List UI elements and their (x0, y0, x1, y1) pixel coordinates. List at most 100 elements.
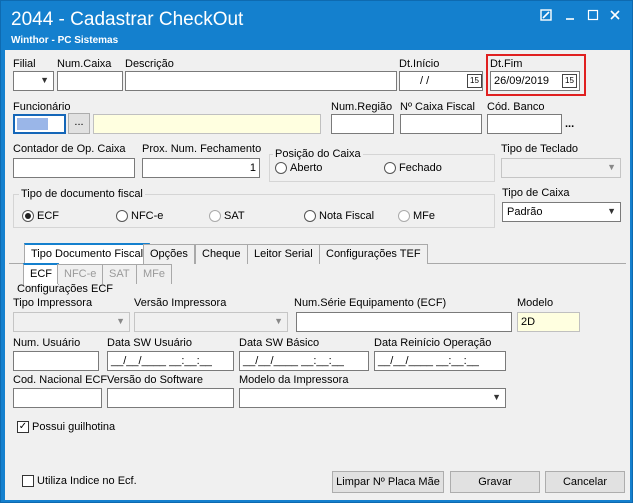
tipo-doc-sat-radio[interactable]: SAT (209, 210, 245, 222)
versao-software-input[interactable] (107, 388, 234, 408)
descricao-label: Descrição (125, 58, 174, 70)
num-usuario-input[interactable] (13, 351, 99, 371)
data-sw-basico-input[interactable]: __/__/____ __:__:__ (239, 351, 369, 371)
tab-tipo-documento-fiscal[interactable]: Tipo Documento Fiscal (24, 243, 151, 265)
dt-inicio-value: / / (420, 75, 430, 87)
data-reinicio-input[interactable]: __/__/____ __:__:__ (374, 351, 506, 371)
posicao-fechado-radio[interactable]: Fechado (384, 162, 442, 174)
radio-label: Fechado (399, 162, 442, 174)
edit-icon[interactable] (539, 9, 553, 23)
contador-input[interactable] (13, 158, 135, 178)
subtab-ecf[interactable]: ECF (23, 263, 59, 285)
chevron-down-icon: ▼ (274, 316, 283, 326)
tipo-doc-nota-fiscal-radio[interactable]: Nota Fiscal (304, 210, 374, 222)
num-caixa-label: Num.Caixa (57, 58, 112, 70)
tab-cheque[interactable]: Cheque (195, 244, 248, 264)
num-usuario-label: Num. Usuário (13, 337, 81, 349)
subtab-mfe[interactable]: MFe (136, 264, 172, 284)
cod-banco-input[interactable] (487, 114, 562, 134)
data-reinicio-label: Data Reinício Operação (374, 337, 492, 349)
cod-banco-label: Cód. Banco (487, 101, 545, 113)
main-window: 2044 - Cadastrar CheckOut Winthor - PC S… (0, 0, 633, 503)
checkbox-label: Utiliza Indice no Ecf. (37, 475, 137, 487)
radio-label: NFC-e (131, 210, 164, 222)
radio-label: Nota Fiscal (319, 210, 375, 222)
radio-circle (398, 210, 410, 222)
cod-banco-lookup-button[interactable]: ... (565, 118, 574, 130)
tipo-impressora-label: Tipo Impressora (13, 297, 93, 309)
minimize-icon[interactable] (563, 9, 577, 23)
dt-inicio-label: Dt.Início (399, 58, 440, 70)
modelo-impressora-label: Modelo da Impressora (239, 374, 349, 386)
contador-label: Contador de Op. Caixa (13, 143, 126, 155)
funcionario-code-input[interactable] (13, 114, 66, 134)
prox-num-input[interactable]: 1 (142, 158, 260, 178)
funcionario-name-field (93, 114, 321, 134)
dt-fim-label: Dt.Fim (490, 58, 523, 70)
filial-select[interactable]: ▼ (13, 71, 54, 91)
chevron-down-icon: ▼ (492, 392, 501, 402)
posicao-aberto-radio[interactable]: Aberto (275, 162, 322, 174)
radio-circle (275, 162, 287, 174)
data-sw-basico-label: Data SW Básico (239, 337, 320, 349)
dt-fim-value: 26/09/2019 (494, 75, 550, 87)
tipo-doc-label: Tipo de documento fiscal (19, 188, 145, 200)
data-sw-usuario-input[interactable]: __/__/____ __:__:__ (107, 351, 234, 371)
limpar-placa-mae-button[interactable]: Limpar Nº Placa Mãe (332, 471, 444, 493)
radio-circle (116, 210, 128, 222)
filial-label: Filial (13, 58, 36, 70)
checkbox-label: Possui guilhotina (32, 421, 116, 433)
tab-configuracoes-tef[interactable]: Configurações TEF (319, 244, 428, 264)
title-bar[interactable]: 2044 - Cadastrar CheckOut Winthor - PC S… (1, 1, 633, 47)
radio-circle (22, 210, 34, 222)
tipo-caixa-select[interactable]: Padrão ▼ (502, 202, 621, 222)
gravar-button[interactable]: Gravar (450, 471, 540, 493)
tipo-teclado-select[interactable]: ▼ (501, 158, 621, 178)
tipo-impressora-select[interactable]: ▼ (13, 312, 130, 332)
versao-impressora-label: Versão Impressora (134, 297, 227, 309)
tipo-caixa-value: Padrão (507, 206, 543, 218)
radio-label: MFe (413, 210, 435, 222)
utiliza-indice-checkbox[interactable]: Utiliza Indice no Ecf. (22, 475, 137, 487)
prox-num-label: Prox. Num. Fechamento (142, 143, 262, 155)
radio-circle (304, 210, 316, 222)
tipo-doc-nfce-radio[interactable]: NFC-e (116, 210, 163, 222)
possui-guilhotina-checkbox[interactable]: ✓ Possui guilhotina (17, 421, 115, 433)
calendar-icon[interactable]: 15 (562, 74, 577, 88)
tab-leitor-serial[interactable]: Leitor Serial (247, 244, 320, 264)
tipo-doc-mfe-radio[interactable]: MFe (398, 210, 435, 222)
num-caixa-input[interactable] (57, 71, 123, 91)
tipo-doc-ecf-radio[interactable]: ECF (22, 210, 59, 222)
cancelar-button[interactable]: Cancelar (545, 471, 625, 493)
cod-nacional-input[interactable] (13, 388, 102, 408)
num-regiao-input[interactable] (331, 114, 394, 134)
radio-circle (209, 210, 221, 222)
config-ecf-label: Configurações ECF (17, 283, 113, 295)
tab-opcoes[interactable]: Opções (143, 244, 195, 264)
radio-label: SAT (224, 210, 245, 222)
descricao-input[interactable] (125, 71, 397, 91)
data-sw-usuario-label: Data SW Usuário (107, 337, 192, 349)
chevron-down-icon: ▼ (116, 316, 125, 326)
window-title: 2044 - Cadastrar CheckOut (11, 9, 244, 30)
num-caixa-fiscal-label: Nº Caixa Fiscal (400, 101, 475, 113)
maximize-icon[interactable] (586, 9, 600, 23)
num-caixa-fiscal-input[interactable] (400, 114, 482, 134)
text-selection (17, 118, 48, 130)
funcionario-lookup-button[interactable]: ... (68, 113, 90, 134)
chevron-down-icon: ▼ (607, 206, 616, 216)
dt-fim-input[interactable]: 26/09/2019 15 (490, 71, 580, 91)
modelo-impressora-select[interactable]: ▼ (239, 388, 506, 408)
subtab-sat[interactable]: SAT (102, 264, 137, 284)
tipo-caixa-label: Tipo de Caixa (502, 187, 570, 199)
subtab-nfce[interactable]: NFC-e (57, 264, 104, 284)
cod-nacional-label: Cod. Nacional ECF (13, 374, 108, 386)
close-icon[interactable] (608, 9, 622, 23)
posicao-label: Posição do Caixa (273, 148, 363, 160)
num-serie-input[interactable] (296, 312, 512, 332)
dt-inicio-input[interactable]: / / 15 (399, 71, 483, 91)
calendar-icon[interactable]: 15 (467, 74, 482, 88)
num-serie-label: Num.Série Equipamento (ECF) (294, 297, 447, 309)
modelo-field: 2D (517, 312, 580, 332)
versao-impressora-select[interactable]: ▼ (134, 312, 288, 332)
